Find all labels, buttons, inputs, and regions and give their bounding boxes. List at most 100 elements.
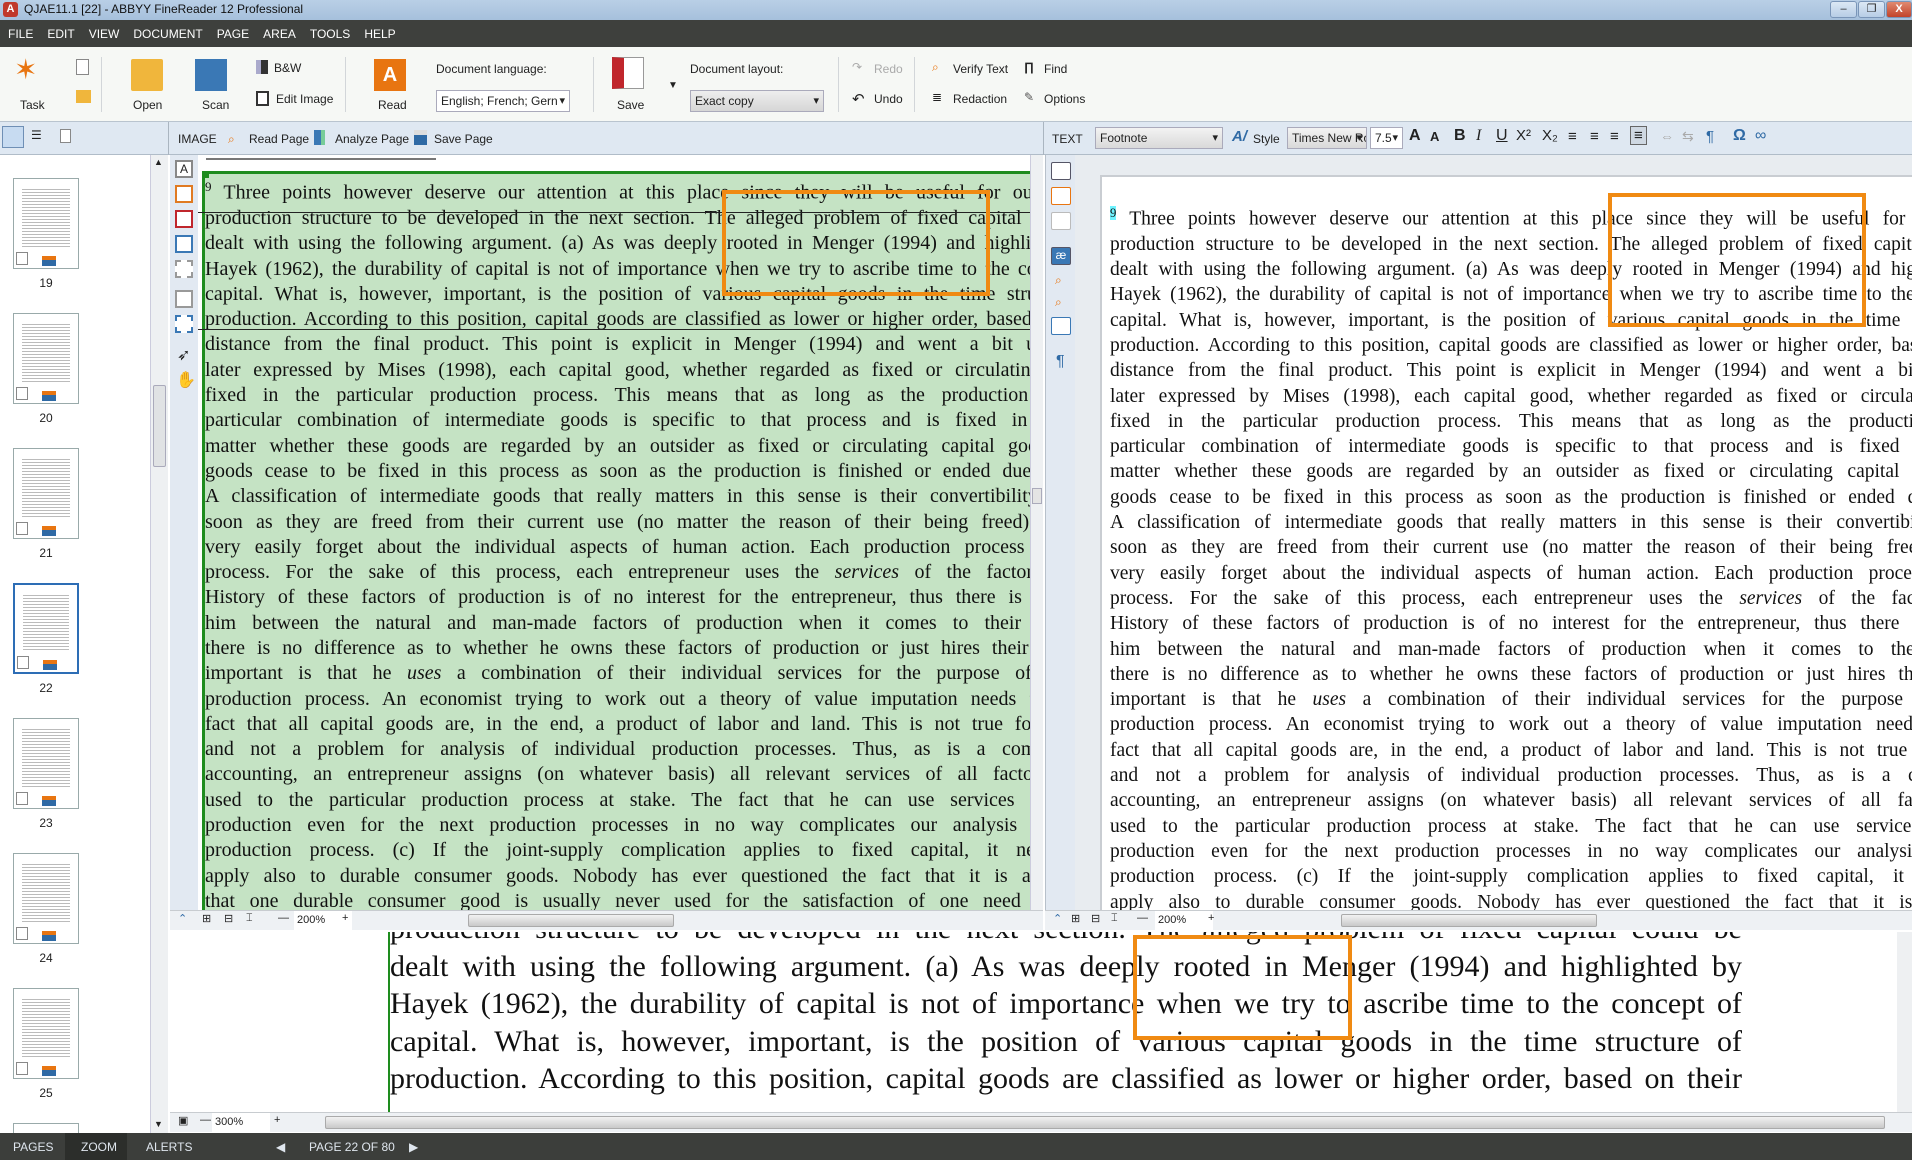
font-size-select[interactable]: 7.5 (1370, 127, 1403, 149)
menu-help[interactable]: HELP (364, 27, 395, 41)
zoom-in-icon[interactable]: + (1208, 912, 1214, 924)
text-hscroll-thumb[interactable] (1341, 914, 1597, 927)
scroll-up-icon[interactable]: ▲ (154, 157, 163, 167)
fit-height-icon[interactable]: ⌶ (1111, 912, 1118, 925)
zoom-out-icon[interactable]: — (278, 912, 289, 924)
thumbnails-scroll-thumb[interactable] (153, 385, 166, 467)
picture-area-tool-icon[interactable] (175, 185, 193, 203)
order-areas-tool-icon[interactable] (175, 315, 193, 333)
text-area-tool-icon[interactable]: A (175, 160, 193, 178)
collapse-icon[interactable]: ⌃ (178, 912, 187, 925)
zoom-pane-select[interactable]: 300% (212, 1113, 270, 1132)
fit-page-icon[interactable]: ⊞ (1071, 912, 1080, 925)
pointer-tool-icon[interactable]: ➶ (177, 345, 190, 365)
edit-image-button[interactable]: Edit Image (276, 92, 333, 106)
superscript-icon[interactable]: X² (1516, 127, 1531, 144)
undo-button[interactable]: Undo (874, 92, 903, 106)
paragraph-marks-icon[interactable]: ¶ (1056, 353, 1065, 371)
options-button[interactable]: Options (1044, 92, 1085, 106)
subscript-icon[interactable]: X₂ (1542, 127, 1558, 144)
zoom-out-icon[interactable]: — (1137, 912, 1148, 924)
fit-width-icon[interactable]: ⊟ (1091, 912, 1100, 925)
page-thumbnail[interactable] (13, 448, 79, 539)
page-settings-icon[interactable] (60, 129, 71, 143)
tab-alerts[interactable]: ALERTS (146, 1140, 192, 1154)
table-area-tool-icon[interactable] (175, 235, 193, 253)
show-text-icon[interactable] (1051, 187, 1071, 205)
image-hscroll-thumb[interactable] (468, 914, 674, 927)
find-button[interactable]: Find (1044, 62, 1067, 76)
menu-view[interactable]: VIEW (89, 27, 120, 41)
verify-text-button[interactable]: Verify Text (953, 62, 1008, 76)
redaction-button[interactable]: Redaction (953, 92, 1007, 106)
fit-width-icon[interactable]: ⊟ (224, 912, 233, 925)
align-center-icon[interactable]: ≡ (1590, 128, 1599, 145)
font-name-select[interactable]: Times New Roman (1287, 127, 1367, 149)
menu-page[interactable]: PAGE (217, 27, 249, 41)
layout-grid-icon[interactable] (2, 126, 24, 148)
verify-icon[interactable]: ⌕ (1055, 295, 1062, 310)
page-thumbnail[interactable] (13, 988, 79, 1079)
text-pane[interactable]: 9 Three points however deserve our atten… (1075, 155, 1912, 917)
collapse-icon[interactable]: ⌃ (1053, 912, 1062, 925)
document-language-select[interactable]: English; French; Gern (436, 90, 570, 112)
zoom-vscroll[interactable] (1897, 932, 1912, 1112)
zoom-pane-settings-icon[interactable]: ▣ (178, 1114, 188, 1127)
fit-page-icon[interactable]: ⊞ (202, 912, 211, 925)
page-thumbnail[interactable] (13, 718, 79, 809)
show-line-breaks-icon[interactable] (1051, 212, 1071, 230)
next-page-icon[interactable]: ▶ (409, 1140, 418, 1154)
ligature-icon[interactable]: æ (1051, 247, 1071, 265)
menu-document[interactable]: DOCUMENT (133, 27, 202, 41)
expand-spacing-icon[interactable]: ⇔ (1660, 128, 1674, 144)
save-page-button[interactable]: Save Page (434, 132, 493, 146)
document-layout-select[interactable]: Exact copy (690, 90, 824, 112)
underline-icon[interactable]: U (1496, 127, 1508, 145)
zoom-out-icon[interactable]: — (200, 1114, 211, 1126)
page-thumbnail[interactable] (13, 313, 79, 404)
hyperlink-icon[interactable]: ∞ (1755, 127, 1766, 145)
align-right-icon[interactable]: ≡ (1610, 128, 1619, 145)
thumbnails-scrollbar[interactable]: ▲ ▼ (150, 155, 168, 1133)
hand-tool-icon[interactable]: ✋ (176, 370, 196, 390)
menu-area[interactable]: AREA (263, 27, 296, 41)
show-pictures-icon[interactable] (1051, 162, 1071, 180)
bw-button[interactable]: B&W (274, 61, 301, 75)
increase-font-icon[interactable]: A (1409, 127, 1421, 145)
spell-check-icon[interactable] (1051, 317, 1071, 335)
text-zoom-select[interactable]: 200% (1155, 911, 1213, 930)
new-task-icon[interactable] (76, 59, 89, 75)
list-view-icon[interactable]: ☰ (31, 128, 42, 142)
image-pane-scrollbar[interactable] (1030, 155, 1043, 917)
zoom-in-icon[interactable]: + (274, 1114, 280, 1126)
page-thumbnail[interactable] (13, 583, 79, 674)
barcode-area-tool-icon[interactable] (175, 260, 193, 278)
menu-edit[interactable]: EDIT (47, 27, 74, 41)
restore-button[interactable]: ❐ (1858, 1, 1885, 18)
justify-icon[interactable]: ≡ (1630, 126, 1647, 145)
align-left-icon[interactable]: ≡ (1568, 128, 1577, 145)
minimize-button[interactable]: – (1830, 1, 1857, 18)
zoom-in-icon[interactable]: + (342, 912, 348, 924)
paragraph-icon[interactable]: ¶ (1706, 128, 1714, 145)
close-button[interactable]: X (1886, 1, 1912, 18)
save-dropdown-arrow-icon[interactable]: ▼ (668, 80, 678, 91)
open-task-icon[interactable] (76, 90, 91, 103)
page-thumbnail[interactable] (13, 178, 79, 269)
zoom-pane[interactable]: production structure to be developed in … (170, 932, 1912, 1112)
insert-symbol-icon[interactable]: Ω (1733, 127, 1746, 145)
image-scroll-thumb[interactable] (1032, 488, 1042, 504)
find-next-uncertain-icon[interactable]: ⌕ (1055, 273, 1062, 288)
italic-icon[interactable]: I (1476, 127, 1481, 145)
zoom-hscroll-thumb[interactable] (325, 1116, 1885, 1129)
style-button[interactable]: Style (1253, 132, 1280, 146)
decrease-font-icon[interactable]: A (1430, 129, 1439, 144)
scroll-down-icon[interactable]: ▼ (154, 1119, 163, 1129)
menu-file[interactable]: FILE (8, 27, 33, 41)
background-picture-tool-icon[interactable] (175, 210, 193, 228)
bold-icon[interactable]: B (1454, 127, 1466, 145)
menu-tools[interactable]: TOOLS (310, 27, 350, 41)
delete-area-tool-icon[interactable] (175, 290, 193, 308)
paragraph-style-select[interactable]: Footnote (1095, 127, 1223, 149)
previous-page-icon[interactable]: ◀ (276, 1140, 285, 1154)
